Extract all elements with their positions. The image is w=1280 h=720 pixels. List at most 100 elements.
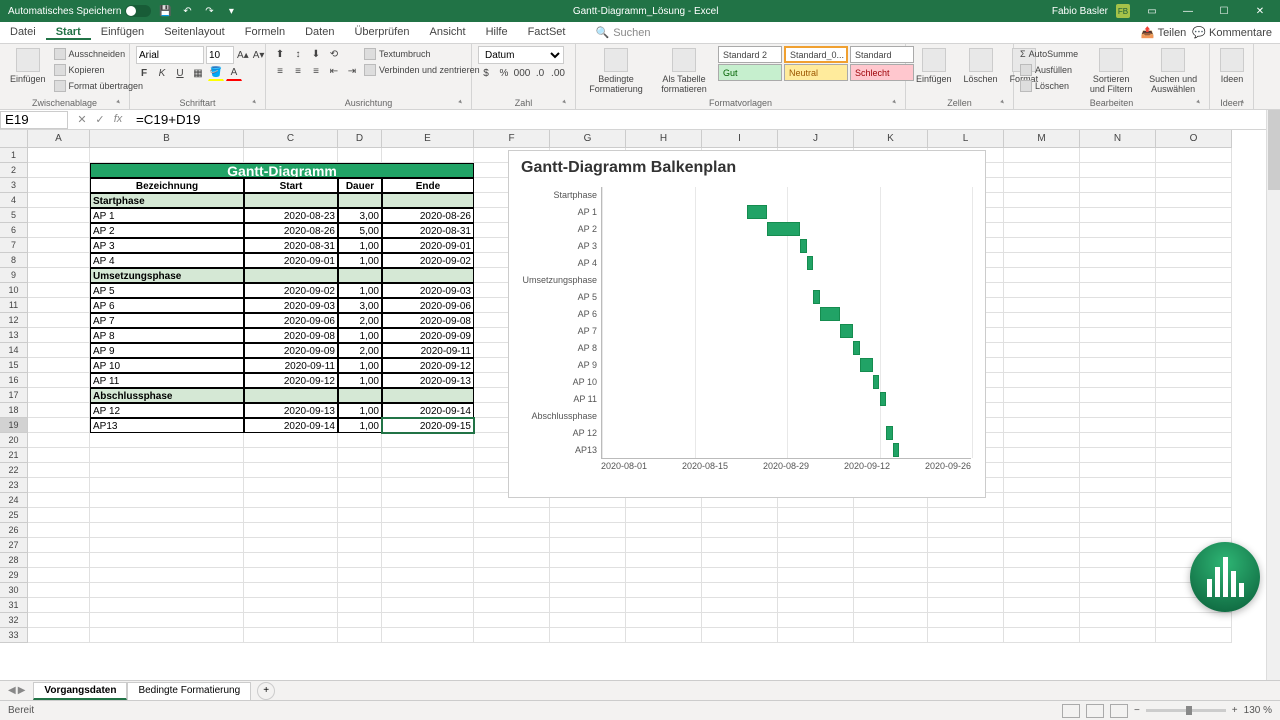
cell[interactable] (382, 508, 474, 523)
row-header-22[interactable]: 22 (0, 463, 28, 478)
cell[interactable] (854, 553, 928, 568)
cell[interactable] (854, 613, 928, 628)
cell[interactable]: 2020-09-01 (244, 253, 338, 268)
cell[interactable] (1004, 568, 1080, 583)
row-header-4[interactable]: 4 (0, 193, 28, 208)
toggle-switch[interactable] (125, 5, 151, 17)
zoom-slider[interactable] (1146, 709, 1226, 712)
cell[interactable] (28, 403, 90, 418)
cell[interactable]: 2020-09-02 (382, 253, 474, 268)
cell[interactable] (90, 508, 244, 523)
cell[interactable] (1004, 583, 1080, 598)
italic-button[interactable]: K (154, 65, 170, 81)
cell[interactable]: AP 3 (90, 238, 244, 253)
cell[interactable] (338, 448, 382, 463)
comma-icon[interactable]: 000 (514, 65, 530, 81)
cell[interactable]: 2,00 (338, 313, 382, 328)
cell[interactable] (1080, 253, 1156, 268)
cell[interactable]: AP13 (90, 418, 244, 433)
select-all-corner[interactable] (0, 130, 28, 148)
cell[interactable] (382, 388, 474, 403)
tab-daten[interactable]: Daten (295, 26, 344, 38)
cell[interactable]: 2020-09-03 (382, 283, 474, 298)
cell[interactable] (28, 463, 90, 478)
delete-cells-button[interactable]: Löschen (960, 46, 1002, 86)
cell[interactable] (474, 553, 550, 568)
cell[interactable] (28, 178, 90, 193)
cell[interactable] (1080, 463, 1156, 478)
cell[interactable]: AP 1 (90, 208, 244, 223)
cell[interactable]: 1,00 (338, 403, 382, 418)
tab-factset[interactable]: FactSet (518, 26, 576, 38)
row-header-32[interactable]: 32 (0, 613, 28, 628)
cell[interactable] (1004, 253, 1080, 268)
ribbon-options-icon[interactable]: ▭ (1138, 1, 1166, 21)
cell[interactable] (338, 508, 382, 523)
fx-icon[interactable]: fx (110, 113, 126, 126)
cell[interactable] (338, 568, 382, 583)
row-header-21[interactable]: 21 (0, 448, 28, 463)
cell[interactable] (474, 568, 550, 583)
cell[interactable] (474, 628, 550, 643)
cell[interactable] (1004, 523, 1080, 538)
autosum-button[interactable]: ΣAutoSumme (1020, 46, 1078, 61)
cell[interactable] (1156, 523, 1232, 538)
cell[interactable]: 2020-08-31 (382, 223, 474, 238)
cell[interactable] (1156, 283, 1232, 298)
cell[interactable] (1156, 268, 1232, 283)
row-header-24[interactable]: 24 (0, 493, 28, 508)
cell[interactable]: 2020-09-14 (244, 418, 338, 433)
col-header-K[interactable]: K (854, 130, 928, 148)
cell[interactable] (778, 613, 854, 628)
cell[interactable] (28, 388, 90, 403)
percent-icon[interactable]: % (496, 65, 512, 81)
cell[interactable] (1004, 463, 1080, 478)
bold-button[interactable]: F (136, 65, 152, 81)
col-header-L[interactable]: L (928, 130, 1004, 148)
cell[interactable] (854, 583, 928, 598)
cell[interactable] (1156, 613, 1232, 628)
cell[interactable] (1156, 493, 1232, 508)
enter-formula-icon[interactable]: ✓ (92, 113, 108, 126)
cell[interactable] (90, 448, 244, 463)
cell[interactable] (1080, 508, 1156, 523)
cell[interactable] (338, 553, 382, 568)
cell[interactable] (244, 478, 338, 493)
cell[interactable]: AP 10 (90, 358, 244, 373)
sheet-tab-vorgangsdaten[interactable]: Vorgangsdaten (33, 682, 127, 700)
cell[interactable] (1156, 223, 1232, 238)
maximize-icon[interactable]: ☐ (1210, 1, 1238, 21)
cell[interactable] (338, 268, 382, 283)
cell[interactable] (1004, 343, 1080, 358)
border-button[interactable]: ▦ (190, 65, 206, 81)
cell[interactable] (244, 583, 338, 598)
cell[interactable]: 2020-09-15 (382, 418, 474, 433)
cell[interactable] (854, 508, 928, 523)
row-header-20[interactable]: 20 (0, 433, 28, 448)
cell[interactable] (1004, 163, 1080, 178)
row-header-9[interactable]: 9 (0, 268, 28, 283)
cell[interactable] (1004, 598, 1080, 613)
cell[interactable] (1004, 268, 1080, 283)
cell[interactable] (1004, 283, 1080, 298)
row-header-25[interactable]: 25 (0, 508, 28, 523)
cell[interactable] (244, 268, 338, 283)
cell[interactable] (1004, 148, 1080, 163)
normal-view-icon[interactable] (1062, 704, 1080, 718)
col-header-A[interactable]: A (28, 130, 90, 148)
cell[interactable] (854, 538, 928, 553)
cell[interactable]: Abschlussphase (90, 388, 244, 403)
number-format-select[interactable]: Datum (478, 46, 564, 64)
cell[interactable] (90, 463, 244, 478)
cell[interactable] (1156, 478, 1232, 493)
cell[interactable] (382, 628, 474, 643)
cell[interactable] (1004, 238, 1080, 253)
cell[interactable] (1004, 433, 1080, 448)
orientation-icon[interactable]: ⟲ (326, 46, 342, 62)
cell[interactable]: 2020-08-31 (244, 238, 338, 253)
cell[interactable] (244, 388, 338, 403)
font-name-select[interactable] (136, 46, 204, 64)
fill-button[interactable]: Ausfüllen (1020, 62, 1078, 77)
cell[interactable] (90, 553, 244, 568)
cell[interactable] (1156, 628, 1232, 643)
